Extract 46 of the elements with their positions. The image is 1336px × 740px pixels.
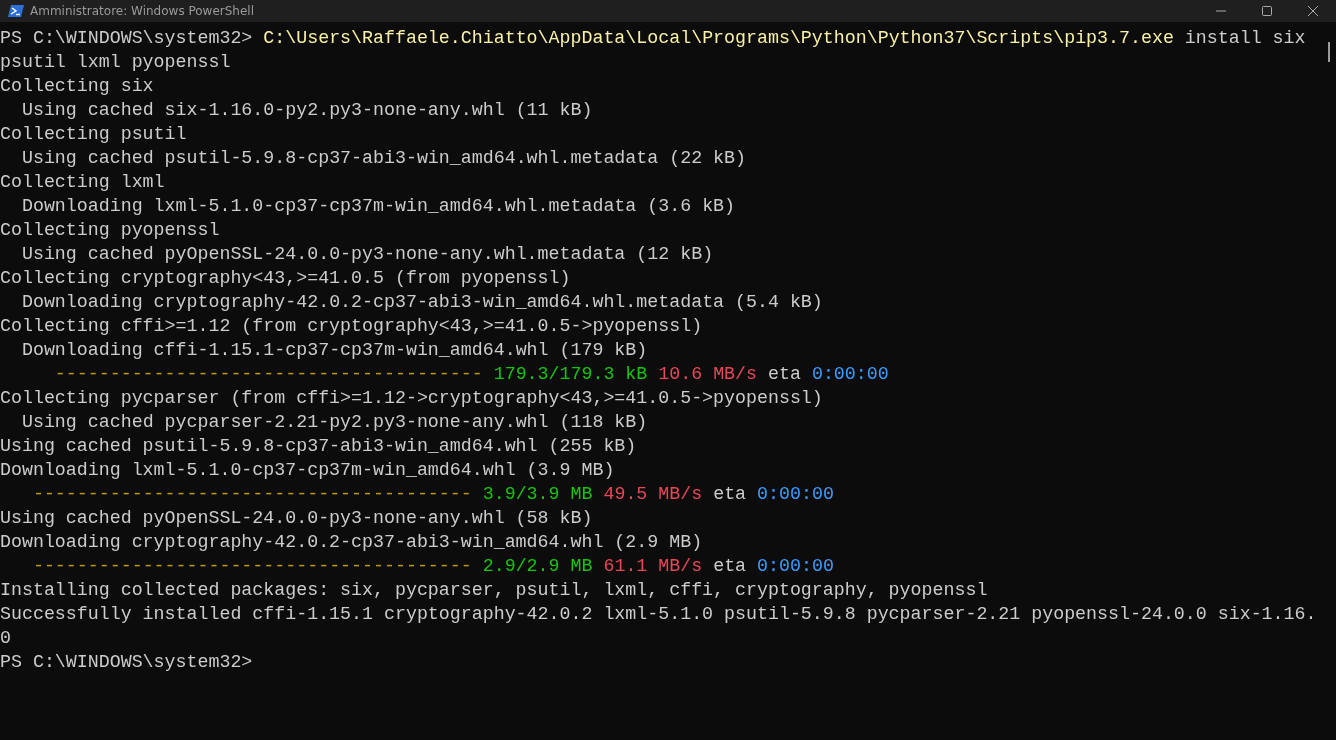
output-text: Using cached pyOpenSSL-24.0.0-py3-none-any.whl.metadata (12 kB) [21,244,714,264]
progress-dashes: ---------------------------------------- [32,484,472,504]
download-size: 2.9/2.9 MB [482,556,593,576]
eta-time: 0:00:00 [811,364,889,384]
progress-dashes: ---------------------------------------- [32,556,472,576]
output-text: Collecting pycparser (from cffi>=1.12->cryptography<43,>=41.0.5->pyopenssl) [0,388,823,408]
output-text: eta [768,364,801,384]
download-speed: 49.5 MB/s [603,484,703,504]
eta-time: 0:00:00 [757,556,834,576]
download-speed: 10.6 MB/s [658,364,758,384]
output-text: Using cached six-1.16.0-py2.py3-none-any.whl (11 kB) [21,100,593,120]
scrollbar-thumb[interactable] [1328,42,1330,62]
output-text: Using cached psutil-5.9.8-cp37-abi3-win_amd64.whl.metadata (22 kB) [21,148,746,168]
output-text: Collecting six [0,76,154,96]
output-text: Installing collected packages: six, pycparser, psutil, lxml, cffi, cryptography, pyopenssl [0,580,988,600]
prompt-text: PS C:\WINDOWS\system32> [0,28,253,48]
close-icon [1308,6,1318,16]
output-text: psutil lxml pyopenssl [0,52,231,72]
output-text: eta [713,556,747,576]
output-text: Successfully installed cffi-1.15.1 cryptography-42.0.2 lxml-5.1.0 psutil-5.9.8 pycparser-2.21 pyopenssl-24.0.0 six-1.16. [0,604,1317,624]
output-text: Downloading cffi-1.15.1-cp37-cp37m-win_amd64.whl (179 kB) [21,340,648,360]
output-text: Downloading lxml-5.1.0-cp37-cp37m-win_amd64.whl (3.9 MB) [0,460,615,480]
output-text: Using cached pycparser-2.21-py2.py3-none-any.whl (118 kB) [21,412,648,432]
output-text: Using cached pyOpenSSL-24.0.0-py3-none-any.whl (58 kB) [0,508,593,528]
output-text: 0 [0,628,11,648]
output-text: install six [1184,28,1306,48]
window-title: Amministratore: Windows PowerShell [30,4,254,18]
download-speed: 61.1 MB/s [603,556,703,576]
output-text: Downloading cryptography-42.0.2-cp37-abi3-win_amd64.whl (2.9 MB) [0,532,703,552]
command-text: C:\Users\Raffaele.Chiatto\AppData\Local\Programs\Python\Python37\Scripts\pip3.7.exe [263,28,1174,48]
output-text: Collecting cffi>=1.12 (from cryptography<43,>=41.0.5->pyopenssl) [0,316,703,336]
output-text: Collecting pyopenssl [0,220,220,240]
output-text: Collecting cryptography<43,>=41.0.5 (from pyopenssl) [0,268,571,288]
output-text: Downloading lxml-5.1.0-cp37-cp37m-win_amd64.whl.metadata (3.6 kB) [21,196,736,216]
output-text: Collecting psutil [0,124,187,144]
output-text: eta [713,484,747,504]
maximize-icon [1262,6,1272,16]
powershell-icon [8,4,24,18]
download-size: 3.9/3.9 MB [482,484,593,504]
progress-dashes: --------------------------------------- [54,364,483,384]
download-size: 179.3/179.3 kB [493,364,648,384]
output-text: Downloading cryptography-42.0.2-cp37-abi3-win_amd64.whl.metadata (5.4 kB) [21,292,823,312]
output-text: Using cached psutil-5.9.8-cp37-abi3-win_amd64.whl (255 kB) [0,436,637,456]
prompt-text: PS C:\WINDOWS\system32> [0,652,253,672]
output-text: Collecting lxml [0,172,165,192]
eta-time: 0:00:00 [757,484,834,504]
